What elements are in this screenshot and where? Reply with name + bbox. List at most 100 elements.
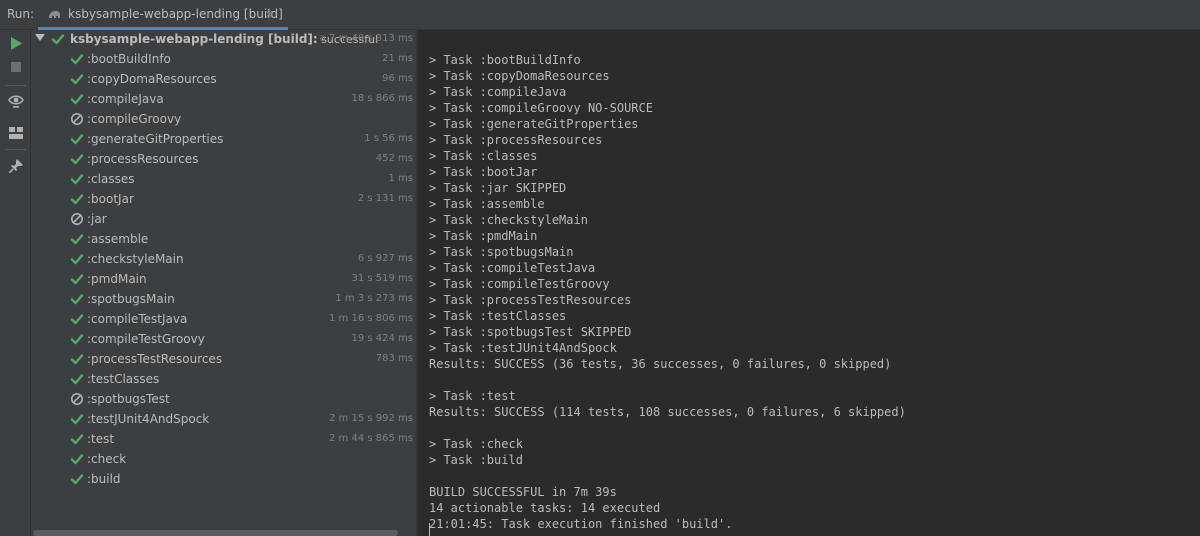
console-line: > Task :spotbugsTest SKIPPED	[429, 325, 632, 339]
tab-build[interactable]: ksbysample-webapp-lending [build] ×	[38, 0, 288, 30]
task-duration: a 7 m 40 s 313 ms	[319, 33, 413, 44]
success-check-icon	[70, 234, 84, 245]
scrollbar-thumb[interactable]	[33, 530, 398, 536]
console-line: > Task :spotbugsMain	[429, 245, 574, 259]
task-name: :test	[87, 432, 115, 446]
rerun-button[interactable]	[6, 33, 26, 53]
task-name: :jar	[87, 212, 107, 226]
task-duration: 96 ms	[382, 73, 413, 84]
toggle-view-button[interactable]	[6, 91, 26, 111]
console-line: > Task :jar SKIPPED	[429, 181, 567, 195]
tree-root-row[interactable]: ksbysample-webapp-lending [build]: succe…	[31, 30, 416, 50]
success-check-icon	[70, 254, 84, 265]
layout-button[interactable]	[6, 123, 26, 143]
task-row[interactable]: :pmdMain 31 s 519 ms	[31, 270, 416, 290]
task-name: :assemble	[87, 232, 149, 246]
console-line: > Task :bootBuildInfo	[429, 53, 581, 67]
task-name: :check	[87, 452, 127, 466]
pin-tab-button[interactable]	[6, 156, 26, 176]
task-name: :compileGroovy	[87, 112, 182, 126]
console-line: > Task :generateGitProperties	[429, 117, 639, 131]
console-line: > Task :bootJar	[429, 165, 538, 179]
horizontal-scrollbar[interactable]	[31, 530, 416, 536]
task-duration: 19 s 424 ms	[351, 333, 413, 344]
console-line: > Task :copyDomaResources	[429, 69, 610, 83]
gradle-elephant-icon	[49, 11, 60, 18]
run-label: Run:	[7, 7, 35, 21]
console-line: > Task :compileTestJava	[429, 261, 596, 275]
task-row[interactable]: :checkstyleMain 6 s 927 ms	[31, 250, 416, 270]
task-duration: 2 s 131 ms	[357, 193, 413, 204]
task-duration: 6 s 927 ms	[357, 253, 413, 264]
rerun-icon	[11, 36, 22, 50]
build-tree[interactable]: ksbysample-webapp-lending [build]: succe…	[31, 30, 416, 536]
success-check-icon	[70, 274, 84, 285]
task-duration: 1 s 56 ms	[364, 133, 413, 144]
task-row[interactable]: :bootBuildInfo 21 ms	[31, 50, 416, 70]
console-output[interactable]: > Task :bootBuildInfo > Task :copyDomaRes…	[418, 30, 1200, 536]
task-name: :bootJar	[87, 192, 134, 206]
console-line: 21:01:45: Task execution finished 'build…	[429, 517, 733, 531]
task-row[interactable]: :classes 1 ms	[31, 170, 416, 190]
task-duration: 1 m 16 s 806 ms	[329, 313, 413, 324]
task-row[interactable]: :testClasses	[31, 370, 416, 390]
console-line: Results: SUCCESS (114 tests, 108 success…	[429, 405, 906, 419]
console-line: > Task :classes	[429, 149, 538, 163]
skipped-icon	[71, 393, 83, 405]
success-check-icon	[70, 414, 84, 425]
success-check-icon	[70, 54, 84, 65]
success-check-icon	[70, 474, 84, 485]
close-icon[interactable]: ×	[264, 7, 274, 21]
console-line: > Task :assemble	[429, 197, 545, 211]
task-name: :processTestResources	[87, 352, 223, 366]
task-duration: 1 ms	[388, 173, 414, 184]
task-row[interactable]: :compileJava 18 s 866 ms	[31, 90, 416, 110]
success-check-icon	[70, 194, 84, 205]
task-row[interactable]: :spotbugsMain 1 m 3 s 273 ms	[31, 290, 416, 310]
success-check-icon	[70, 434, 84, 445]
task-row[interactable]: :compileTestGroovy 19 s 424 ms	[31, 330, 416, 350]
task-row[interactable]: :copyDomaResources 96 ms	[31, 70, 416, 90]
stop-icon	[11, 62, 21, 72]
task-row[interactable]: :assemble	[31, 230, 416, 250]
task-name: :testJUnit4AndSpock	[87, 412, 210, 426]
task-row[interactable]: :compileTestJava 1 m 16 s 806 ms	[31, 310, 416, 330]
task-duration: 452 ms	[375, 153, 413, 164]
success-check-icon	[70, 134, 84, 145]
task-name: :generateGitProperties	[87, 132, 224, 146]
task-duration: 1 m 3 s 273 ms	[335, 293, 413, 304]
task-row[interactable]: :testJUnit4AndSpock 2 m 15 s 992 ms	[31, 410, 416, 430]
success-check-icon	[70, 454, 84, 465]
task-row[interactable]: :spotbugsTest	[31, 390, 416, 410]
console-line: > Task :check	[429, 437, 523, 451]
task-row[interactable]: :check	[31, 450, 416, 470]
task-name: :compileTestGroovy	[87, 332, 205, 346]
task-duration: 783 ms	[375, 353, 413, 364]
chevron-down-icon[interactable]	[35, 34, 45, 41]
task-name: :spotbugsMain	[87, 292, 175, 306]
stop-button[interactable]	[6, 57, 26, 77]
tree-root-name: ksbysample-webapp-lending [build]:	[70, 32, 318, 46]
task-row[interactable]: :processResources 452 ms	[31, 150, 416, 170]
task-row[interactable]: :processTestResources 783 ms	[31, 350, 416, 370]
run-toolbar	[0, 30, 31, 536]
toolbar-separator	[5, 85, 26, 86]
task-row[interactable]: :generateGitProperties 1 s 56 ms	[31, 130, 416, 150]
task-row[interactable]: :test 2 m 44 s 865 ms	[31, 430, 416, 450]
task-name: :processResources	[87, 152, 199, 166]
eye-icon	[8, 95, 24, 108]
success-check-icon	[70, 354, 84, 365]
task-row[interactable]: :jar	[31, 210, 416, 230]
task-name: :spotbugsTest	[87, 392, 170, 406]
task-row[interactable]: :build	[31, 470, 416, 490]
console-line: > Task :test	[429, 389, 516, 403]
task-row[interactable]: :bootJar 2 s 131 ms	[31, 190, 416, 210]
task-row[interactable]: :compileGroovy	[31, 110, 416, 130]
task-name: :bootBuildInfo	[87, 52, 171, 66]
console-line: > Task :testJUnit4AndSpock	[429, 341, 617, 355]
task-name: :testClasses	[87, 372, 160, 386]
success-check-icon	[70, 374, 84, 385]
console-line: 14 actionable tasks: 14 executed	[429, 501, 661, 515]
toolbar-separator	[5, 149, 26, 150]
task-duration: 21 ms	[382, 53, 413, 64]
